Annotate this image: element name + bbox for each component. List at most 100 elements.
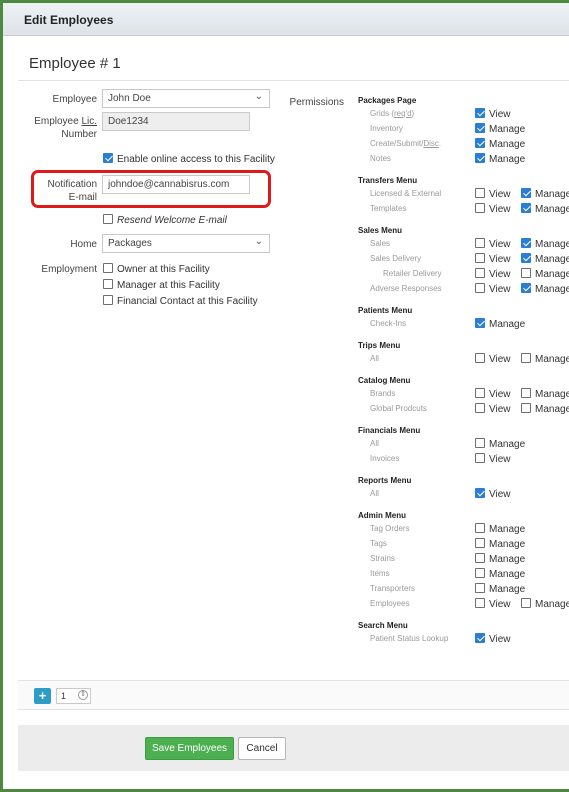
perm-view-option[interactable]: View [475,453,511,466]
perm-manage-option-checkbox[interactable] [521,283,531,293]
add-employee-button[interactable]: + [34,688,51,704]
perm-manage-option[interactable]: Manage [475,438,525,451]
perm-row-label: Strains [370,554,395,563]
resend-welcome-row[interactable]: Resend Welcome E-mail [103,214,227,227]
owner-checkbox[interactable] [103,263,113,273]
perm-view-option[interactable]: View [475,188,511,201]
employment-option-owner[interactable]: Owner at this Facility [103,263,210,276]
perm-view-option[interactable]: View [475,108,511,121]
perm-view-option[interactable]: View [475,403,511,416]
perm-manage-option-checkbox[interactable] [521,353,531,363]
perm-view-option[interactable]: View [475,633,511,646]
perm-manage-option-checkbox[interactable] [521,598,531,608]
cancel-button[interactable]: Cancel [238,737,286,760]
perm-view-option-checkbox[interactable] [475,598,485,608]
perm-view-option-label: View [489,634,511,645]
perm-manage-option[interactable]: Manage [475,583,525,596]
perm-view-option[interactable]: View [475,238,511,251]
perm-view-option-checkbox[interactable] [475,238,485,248]
perm-view-option[interactable]: View [475,353,511,366]
perm-view-option-checkbox[interactable] [475,188,485,198]
notification-email-field[interactable]: johndoe@cannabisrus.com [102,175,250,194]
perm-manage-option[interactable]: Manage [521,353,569,366]
perm-manage-option[interactable]: Manage [475,568,525,581]
perm-view-option-label: View [489,269,511,280]
home-select-value: Packages [108,238,152,249]
perm-manage-option-checkbox[interactable] [521,268,531,278]
perm-row-label: Items [370,569,390,578]
perm-section-header: Transfers Menu [358,176,418,185]
perm-manage-option-checkbox[interactable] [475,523,485,533]
perm-manage-option-checkbox[interactable] [475,138,485,148]
perm-manage-option-checkbox[interactable] [475,318,485,328]
perm-manage-option-checkbox[interactable] [521,403,531,413]
employee-select[interactable]: John Doe [102,88,270,108]
perm-view-option-checkbox[interactable] [475,453,485,463]
resend-welcome-checkbox[interactable] [103,214,113,224]
perm-manage-option-checkbox[interactable] [521,388,531,398]
home-select[interactable]: Packages [102,233,270,253]
employment-option-manager[interactable]: Manager at this Facility [103,279,220,292]
save-employees-button[interactable]: Save Employees [145,737,234,760]
perm-manage-option[interactable]: Manage [521,238,569,251]
perm-view-option-checkbox[interactable] [475,203,485,213]
perm-manage-option[interactable]: Manage [475,523,525,536]
lic-label-text: Employee [34,116,82,127]
employee-lic-number-field[interactable]: Doe1234 [102,112,250,131]
perm-manage-option-label: Manage [535,404,569,415]
perm-view-option[interactable]: View [475,283,511,296]
perm-manage-option-checkbox[interactable] [521,203,531,213]
dialog-title: Edit Employees [24,13,114,27]
perm-view-option-checkbox[interactable] [475,353,485,363]
perm-manage-option-label: Manage [489,439,526,450]
perm-manage-option-checkbox[interactable] [521,238,531,248]
perm-view-option-checkbox[interactable] [475,488,485,498]
perm-manage-option[interactable]: Manage [521,253,569,266]
perm-manage-option[interactable]: Manage [475,553,525,566]
perm-view-option[interactable]: View [475,488,511,501]
perm-manage-option[interactable]: Manage [521,283,569,296]
perm-manage-option-checkbox[interactable] [475,438,485,448]
perm-manage-option-checkbox[interactable] [475,568,485,578]
perm-view-option-checkbox[interactable] [475,633,485,643]
perm-view-option[interactable]: View [475,268,511,281]
online-access-checkbox[interactable] [103,153,113,163]
perm-manage-option[interactable]: Manage [475,538,525,551]
perm-view-option[interactable]: View [475,253,511,266]
perm-manage-option[interactable]: Manage [521,388,569,401]
perm-view-option-checkbox[interactable] [475,108,485,118]
perm-manage-option-label: Manage [489,319,526,330]
perm-manage-option[interactable]: Manage [521,188,569,201]
employment-option-financial[interactable]: Financial Contact at this Facility [103,295,258,308]
perm-view-option-checkbox[interactable] [475,283,485,293]
perm-manage-option[interactable]: Manage [475,153,525,166]
quantity-spinner-icon[interactable]: ⇕ [78,690,88,700]
perm-view-option-checkbox[interactable] [475,253,485,263]
perm-manage-option-checkbox[interactable] [475,583,485,593]
perm-manage-option-checkbox[interactable] [475,538,485,548]
perm-row-label: All [370,354,379,363]
perm-manage-option[interactable]: Manage [475,123,525,136]
perm-view-option-checkbox[interactable] [475,268,485,278]
perm-view-option-checkbox[interactable] [475,403,485,413]
perm-manage-option-checkbox[interactable] [521,253,531,263]
perm-manage-option[interactable]: Manage [475,138,525,151]
perm-view-option-label: View [489,354,511,365]
financial-contact-checkbox[interactable] [103,295,113,305]
perm-manage-option-checkbox[interactable] [475,123,485,133]
perm-manage-option[interactable]: Manage [521,403,569,416]
perm-manage-option-checkbox[interactable] [475,553,485,563]
perm-view-option[interactable]: View [475,203,511,216]
online-access-checkbox-row[interactable]: Enable online access to this Facility [103,153,275,166]
perm-view-option-checkbox[interactable] [475,388,485,398]
perm-manage-option-label: Manage [535,354,569,365]
perm-manage-option-checkbox[interactable] [475,153,485,163]
perm-manage-option[interactable]: Manage [475,318,525,331]
perm-view-option[interactable]: View [475,388,511,401]
perm-manage-option[interactable]: Manage [521,598,569,611]
perm-view-option[interactable]: View [475,598,511,611]
perm-manage-option[interactable]: Manage [521,203,569,216]
perm-manage-option-checkbox[interactable] [521,188,531,198]
manager-checkbox[interactable] [103,279,113,289]
perm-manage-option[interactable]: Manage [521,268,569,281]
